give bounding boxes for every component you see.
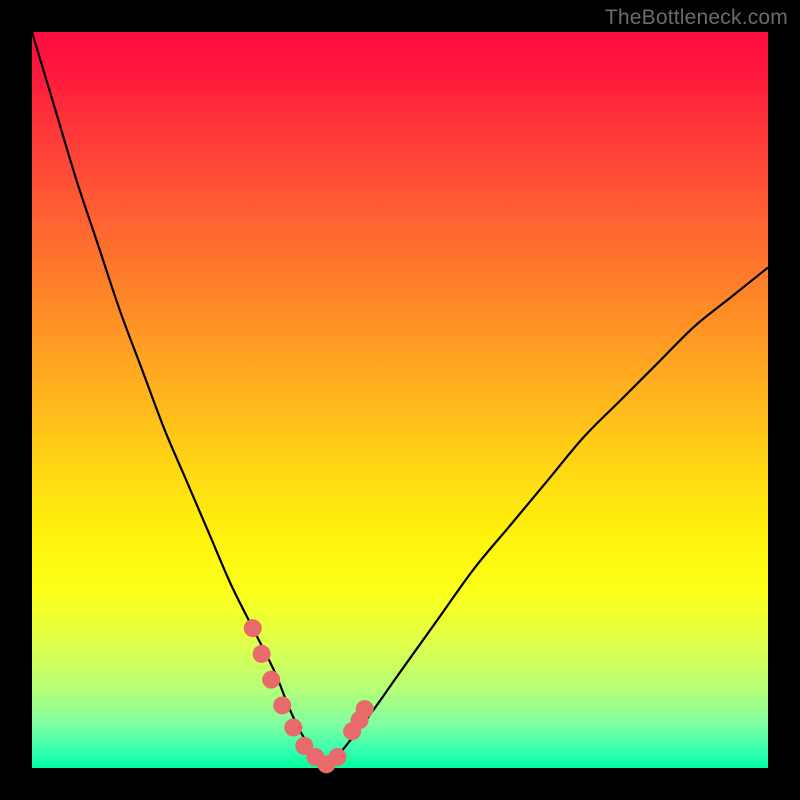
curve-layer bbox=[32, 32, 768, 768]
marker-point bbox=[253, 645, 271, 663]
plot-area bbox=[32, 32, 768, 768]
watermark-text: TheBottleneck.com bbox=[605, 6, 788, 30]
marker-point bbox=[262, 671, 280, 689]
chart-frame: TheBottleneck.com bbox=[0, 0, 800, 800]
marker-point bbox=[356, 700, 374, 718]
marker-point bbox=[273, 696, 291, 714]
bottleneck-curve bbox=[32, 32, 768, 770]
marker-point bbox=[244, 619, 262, 637]
marker-point bbox=[328, 748, 346, 766]
marker-group bbox=[244, 619, 374, 773]
marker-point bbox=[284, 719, 302, 737]
